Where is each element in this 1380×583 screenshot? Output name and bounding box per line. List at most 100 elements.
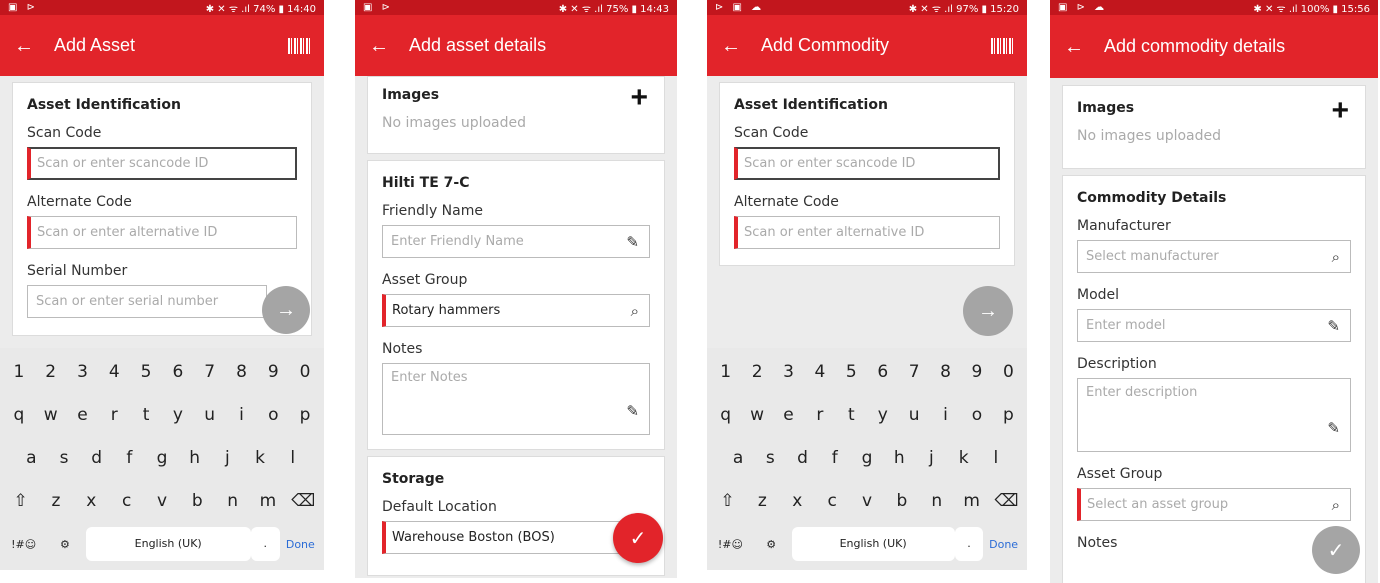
key[interactable]: 4 — [98, 362, 130, 382]
backspace-key-icon[interactable]: ⌫ — [989, 491, 1024, 511]
key[interactable]: l — [276, 448, 309, 468]
key[interactable]: n — [215, 491, 250, 511]
symbols-key[interactable]: !#☺ — [3, 538, 44, 551]
barcode-icon[interactable] — [991, 37, 1013, 54]
manufacturer-input[interactable]: Select manufacturer ⌕ — [1077, 240, 1351, 273]
description-textarea[interactable]: Enter description ✎ — [1077, 378, 1351, 452]
space-key[interactable]: English (UK) — [85, 527, 251, 561]
key[interactable]: 3 — [67, 362, 99, 382]
alternate-code-input[interactable]: Scan or enter alternative ID — [27, 216, 297, 249]
key[interactable]: o — [961, 405, 992, 425]
key[interactable]: v — [850, 491, 885, 511]
key[interactable]: 1 — [3, 362, 35, 382]
add-image-plus-icon[interactable]: + — [630, 83, 648, 113]
barcode-icon[interactable] — [288, 37, 310, 54]
key[interactable]: s — [754, 448, 786, 468]
scan-code-input[interactable]: Scan or enter scancode ID — [734, 147, 1000, 180]
key[interactable]: 6 — [162, 362, 194, 382]
key[interactable]: 9 — [961, 362, 992, 382]
key[interactable]: w — [741, 405, 772, 425]
key[interactable]: k — [948, 448, 980, 468]
key[interactable]: 2 — [35, 362, 67, 382]
key[interactable]: 8 — [930, 362, 961, 382]
back-arrow-icon[interactable]: ← — [721, 36, 761, 56]
key[interactable]: h — [178, 448, 211, 468]
back-arrow-icon[interactable]: ← — [369, 36, 409, 56]
key[interactable]: g — [146, 448, 179, 468]
space-key[interactable]: English (UK) — [791, 527, 955, 561]
key[interactable]: g — [851, 448, 883, 468]
key[interactable]: 6 — [867, 362, 898, 382]
key[interactable]: z — [745, 491, 780, 511]
settings-key-icon[interactable]: ⚙ — [44, 538, 85, 551]
key[interactable]: d — [80, 448, 113, 468]
key[interactable]: j — [211, 448, 244, 468]
key[interactable]: a — [15, 448, 48, 468]
key[interactable]: 5 — [130, 362, 162, 382]
alternate-code-input[interactable]: Scan or enter alternative ID — [734, 216, 1000, 249]
key[interactable]: m — [954, 491, 989, 511]
default-location-input[interactable]: Warehouse Boston (BOS)⌕ — [382, 521, 650, 554]
key[interactable]: 7 — [194, 362, 226, 382]
key[interactable]: 0 — [993, 362, 1024, 382]
next-arrow-button[interactable]: → — [963, 286, 1013, 336]
asset-group-input[interactable]: Rotary hammers ⌕ — [382, 294, 650, 327]
done-key[interactable]: Done — [280, 538, 321, 551]
key[interactable]: i — [930, 405, 961, 425]
back-arrow-icon[interactable]: ← — [1064, 37, 1104, 57]
key[interactable]: q — [3, 405, 35, 425]
key[interactable]: u — [194, 405, 226, 425]
key[interactable]: 3 — [773, 362, 804, 382]
save-check-button[interactable]: ✓ — [613, 513, 663, 563]
period-key[interactable]: . — [954, 527, 984, 561]
serial-number-input[interactable]: Scan or enter serial number — [27, 285, 267, 318]
key[interactable]: h — [883, 448, 915, 468]
scan-code-input[interactable]: Scan or enter scancode ID — [27, 147, 297, 180]
key[interactable]: 0 — [289, 362, 321, 382]
done-key[interactable]: Done — [983, 538, 1024, 551]
key[interactable]: 1 — [710, 362, 741, 382]
notes-textarea[interactable]: Enter Notes ✎ — [382, 363, 650, 435]
key[interactable]: e — [773, 405, 804, 425]
key[interactable]: 4 — [804, 362, 835, 382]
key[interactable]: y — [162, 405, 194, 425]
key[interactable]: s — [48, 448, 81, 468]
key[interactable]: d — [786, 448, 818, 468]
key[interactable]: 5 — [836, 362, 867, 382]
key[interactable]: c — [815, 491, 850, 511]
backspace-key-icon[interactable]: ⌫ — [286, 491, 321, 511]
key[interactable]: k — [244, 448, 277, 468]
key[interactable]: 2 — [741, 362, 772, 382]
friendly-name-input[interactable]: Enter Friendly Name ✎ — [382, 225, 650, 258]
next-arrow-button[interactable]: → — [262, 286, 310, 334]
key[interactable]: b — [180, 491, 215, 511]
period-key[interactable]: . — [250, 527, 280, 561]
key[interactable]: l — [980, 448, 1012, 468]
key[interactable]: p — [289, 405, 321, 425]
back-arrow-icon[interactable]: ← — [14, 36, 54, 56]
add-image-plus-icon[interactable]: + — [1331, 96, 1349, 126]
key[interactable]: z — [38, 491, 73, 511]
key[interactable]: w — [35, 405, 67, 425]
key[interactable]: q — [710, 405, 741, 425]
key[interactable]: m — [250, 491, 285, 511]
model-input[interactable]: Enter model ✎ — [1077, 309, 1351, 342]
key[interactable]: b — [884, 491, 919, 511]
settings-key-icon[interactable]: ⚙ — [751, 538, 792, 551]
key[interactable]: t — [836, 405, 867, 425]
key[interactable]: j — [915, 448, 947, 468]
key[interactable]: o — [257, 405, 289, 425]
key[interactable]: r — [804, 405, 835, 425]
key[interactable]: c — [109, 491, 144, 511]
key[interactable]: u — [898, 405, 929, 425]
key[interactable]: e — [67, 405, 99, 425]
key[interactable]: 7 — [898, 362, 929, 382]
asset-group-input[interactable]: Select an asset group ⌕ — [1077, 488, 1351, 521]
key[interactable]: 8 — [226, 362, 258, 382]
key[interactable]: f — [819, 448, 851, 468]
key[interactable]: i — [226, 405, 258, 425]
shift-key-icon[interactable]: ⇧ — [3, 491, 38, 511]
key[interactable]: v — [144, 491, 179, 511]
shift-key-icon[interactable]: ⇧ — [710, 491, 745, 511]
key[interactable]: x — [780, 491, 815, 511]
